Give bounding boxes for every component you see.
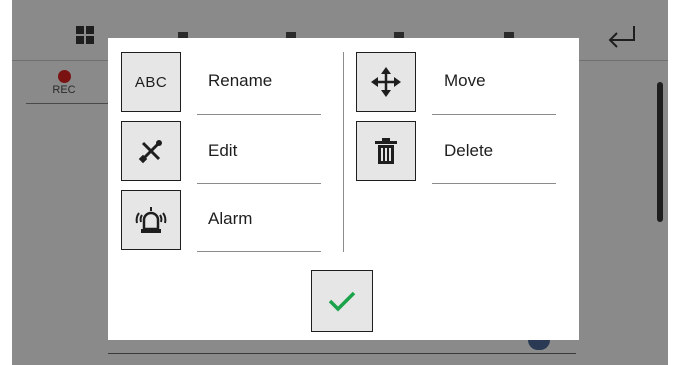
delete-label[interactable]: Delete (444, 141, 493, 161)
item-underline (197, 251, 321, 252)
record-dot-icon (57, 70, 71, 83)
column-divider (343, 52, 344, 252)
divider-line (108, 353, 576, 354)
wrench-screwdriver-icon (138, 140, 162, 164)
edit-button[interactable] (121, 121, 181, 181)
context-menu-dialog: ABC Rename Edit Alarm Move Delete (108, 38, 579, 340)
record-label: REC (52, 84, 76, 96)
item-underline (197, 114, 321, 115)
edit-label[interactable]: Edit (208, 141, 237, 161)
rename-label[interactable]: Rename (208, 71, 272, 91)
confirm-button[interactable] (311, 270, 373, 332)
scrollbar[interactable] (657, 82, 663, 222)
record-indicator[interactable]: REC (50, 70, 78, 100)
abc-icon: ABC (134, 73, 168, 91)
return-icon[interactable] (606, 24, 638, 50)
alarm-button[interactable] (121, 190, 181, 250)
item-underline (197, 183, 321, 184)
grid-menu-icon[interactable] (76, 26, 94, 44)
divider-line (26, 103, 110, 104)
delete-button[interactable] (356, 121, 416, 181)
alarm-label[interactable]: Alarm (208, 209, 252, 229)
item-underline (432, 114, 556, 115)
move-arrows-icon (371, 67, 401, 97)
rename-button[interactable]: ABC (121, 52, 181, 112)
move-label[interactable]: Move (444, 71, 486, 91)
trash-icon (375, 138, 397, 164)
alarm-siren-icon (135, 207, 167, 233)
move-button[interactable] (356, 52, 416, 112)
checkmark-icon (328, 291, 356, 312)
item-underline (432, 183, 556, 184)
